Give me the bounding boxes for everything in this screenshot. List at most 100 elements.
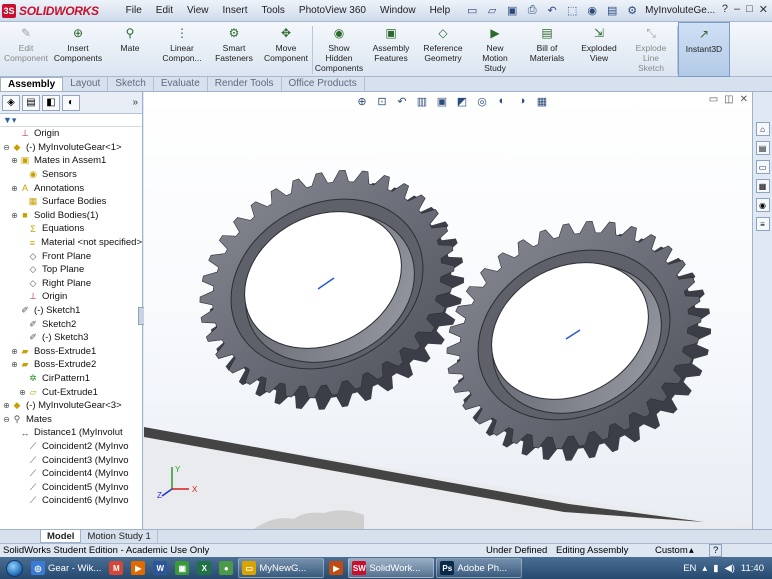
- close-button[interactable]: ✕: [759, 3, 768, 16]
- tree-item[interactable]: ⊕ ■ Solid Bodies(1): [0, 209, 142, 223]
- tab-layout[interactable]: Layout: [63, 77, 109, 91]
- expand-icon[interactable]: ⊕: [10, 184, 19, 193]
- smart-fasteners-button[interactable]: ⚙ Smart Fasteners: [208, 22, 260, 77]
- menu-window[interactable]: Window: [373, 0, 423, 22]
- instant3d-button[interactable]: ↗ Instant3D: [678, 22, 730, 77]
- taskbar-green-app-button[interactable]: ▣: [172, 558, 192, 578]
- insert-components-button[interactable]: ⊕ Insert Components: [52, 22, 104, 77]
- menu-edit[interactable]: Edit: [149, 0, 180, 22]
- rebuild-icon[interactable]: ◉: [583, 3, 601, 19]
- tree-item[interactable]: ⟋ Coincident5 (MyInvo: [0, 480, 142, 494]
- expand-icon[interactable]: ⊕: [10, 360, 19, 369]
- taskbar-excel-button[interactable]: X: [194, 558, 214, 578]
- tree-item[interactable]: ⊥ Origin: [0, 290, 142, 304]
- minimize-button[interactable]: –: [734, 3, 740, 16]
- taskbar-camtasia-button[interactable]: ●: [216, 558, 236, 578]
- new-doc-icon[interactable]: ▭: [463, 3, 481, 19]
- model-tab-model[interactable]: Model: [40, 530, 82, 543]
- custom-properties-icon[interactable]: ≡: [755, 217, 770, 231]
- tree-item[interactable]: ◇ Top Plane: [0, 263, 142, 277]
- assembly-features-button[interactable]: ▣ Assembly Features: [365, 22, 417, 77]
- configuration-manager-tab-icon[interactable]: ◧: [42, 94, 60, 111]
- tree-item[interactable]: ⊥ Origin: [0, 127, 142, 141]
- taskbar-word-button[interactable]: W: [150, 558, 170, 578]
- network-icon[interactable]: ▮: [713, 563, 718, 574]
- start-button[interactable]: [0, 557, 28, 579]
- tree-item[interactable]: ⊕ ▰ Boss-Extrude1: [0, 345, 142, 359]
- taskbar-folder-button[interactable]: ▭ MyNewG...: [238, 558, 325, 578]
- tree-item[interactable]: ✐ (-) Sketch3: [0, 331, 142, 345]
- property-manager-tab-icon[interactable]: ▤: [22, 94, 40, 111]
- expand-panel-icon[interactable]: »: [132, 97, 138, 108]
- viewport-restore-button[interactable]: ◫: [724, 94, 733, 105]
- menu-photoview-360[interactable]: PhotoView 360: [292, 0, 373, 22]
- motion-study-button[interactable]: ▶ New Motion Study: [469, 22, 521, 77]
- appearances-icon[interactable]: ◉: [755, 198, 770, 212]
- tree-item[interactable]: ▦ Surface Bodies: [0, 195, 142, 209]
- tree-item[interactable]: ⟋ Coincident3 (MyInvo: [0, 453, 142, 467]
- print-icon[interactable]: ⎙: [523, 3, 541, 19]
- viewport-close-button[interactable]: ✕: [740, 94, 748, 105]
- tree-item[interactable]: ✐ Sketch2: [0, 317, 142, 331]
- taskbar-photoshop-button[interactable]: Ps Adobe Ph...: [436, 558, 523, 578]
- tab-assembly[interactable]: Assembly: [0, 77, 64, 91]
- menu-file[interactable]: File: [119, 0, 149, 22]
- open-icon[interactable]: ▱: [483, 3, 501, 19]
- viewport-minimize-button[interactable]: ▭: [709, 94, 718, 105]
- tree-item[interactable]: ⊖ ⚲ Mates: [0, 412, 142, 426]
- tree-item[interactable]: ⊕ ▰ Boss-Extrude2: [0, 358, 142, 372]
- zoom-to-fit-icon[interactable]: ⊕: [354, 95, 370, 108]
- expand-icon[interactable]: ⊕: [10, 347, 19, 356]
- tree-item[interactable]: ⟋ Coincident2 (MyInvo: [0, 440, 142, 454]
- edit-appearance-icon[interactable]: ◐: [494, 95, 510, 107]
- solidworks-logo[interactable]: 3S SOLIDWORKS: [0, 0, 105, 22]
- clock[interactable]: 11:40: [741, 563, 764, 574]
- language-indicator[interactable]: EN: [683, 563, 696, 574]
- filter-icon[interactable]: ▼▾: [0, 114, 142, 127]
- collapse-icon[interactable]: ⊖: [2, 143, 11, 152]
- select-icon[interactable]: ⬚: [563, 3, 581, 19]
- tab-evaluate[interactable]: Evaluate: [154, 77, 208, 91]
- menu-help[interactable]: Help: [423, 0, 458, 22]
- status-help-button[interactable]: ?: [709, 544, 723, 557]
- tree-item[interactable]: ⟋ Coincident4 (MyInvo: [0, 467, 142, 481]
- graphics-area[interactable]: Y X Z ⊕ ⊡ ↶ ▥ ▣ ◩ ◎ ◐ ◑ ▦ ▭ ◫ ✕: [144, 92, 752, 529]
- volume-icon[interactable]: ◀): [724, 563, 734, 574]
- design-library-icon[interactable]: ▤: [755, 141, 770, 155]
- units-dropdown-icon[interactable]: ▴: [689, 545, 694, 556]
- tree-item[interactable]: ⊕ ▱ Cut-Extrude1: [0, 385, 142, 399]
- collapse-icon[interactable]: ⊖: [2, 415, 11, 424]
- expand-icon[interactable]: ⊕: [10, 211, 19, 220]
- gear-1[interactable]: [199, 166, 465, 410]
- taskbar-media-player-button[interactable]: ▶: [128, 558, 148, 578]
- expand-icon[interactable]: ⊕: [10, 156, 19, 165]
- solidworks-resources-icon[interactable]: ⌂: [755, 122, 770, 136]
- tree-item[interactable]: ✲ CirPattern1: [0, 372, 142, 386]
- menu-tools[interactable]: Tools: [255, 0, 292, 22]
- display-manager-tab-icon[interactable]: ◐: [62, 94, 80, 111]
- tree-item[interactable]: ≡ Material <not specified>: [0, 236, 142, 250]
- mate-button[interactable]: ⚲ Mate: [104, 22, 156, 77]
- view-palette-icon[interactable]: ▦: [755, 179, 770, 193]
- edit-component-button[interactable]: ✎ Edit Component: [0, 22, 52, 77]
- tab-office-products[interactable]: Office Products: [282, 77, 365, 91]
- tree-item[interactable]: ⊕ A Annotations: [0, 181, 142, 195]
- model-tab-motion-study-1[interactable]: Motion Study 1: [81, 530, 158, 543]
- exploded-view-button[interactable]: ⇲ Exploded View: [573, 22, 625, 77]
- display-style-icon[interactable]: ◩: [454, 95, 470, 108]
- tab-sketch[interactable]: Sketch: [108, 77, 154, 91]
- show-hidden-button[interactable]: ◉ Show Hidden Components: [313, 22, 365, 77]
- units-selector[interactable]: Custom: [655, 545, 688, 556]
- tab-render-tools[interactable]: Render Tools: [208, 77, 282, 91]
- help-button[interactable]: ?: [722, 3, 728, 16]
- tree-item[interactable]: ✐ (-) Sketch1: [0, 304, 142, 318]
- tree-item[interactable]: ⊕ ▣ Mates in Assem1: [0, 154, 142, 168]
- reference-geometry-button[interactable]: ◇ Reference Geometry: [417, 22, 469, 77]
- tree-item[interactable]: ⊕ ◆ (-) MyInvoluteGear<3>: [0, 399, 142, 413]
- apply-scene-icon[interactable]: ◑: [514, 95, 530, 107]
- gear-2[interactable]: [446, 217, 712, 461]
- taskbar-gmail-button[interactable]: M: [106, 558, 126, 578]
- explode-line-button[interactable]: ⤡ Explode Line Sketch: [625, 22, 677, 77]
- taskbar-solidworks-button[interactable]: SW SolidWork...: [348, 558, 435, 578]
- tree-item[interactable]: ◇ Right Plane: [0, 277, 142, 291]
